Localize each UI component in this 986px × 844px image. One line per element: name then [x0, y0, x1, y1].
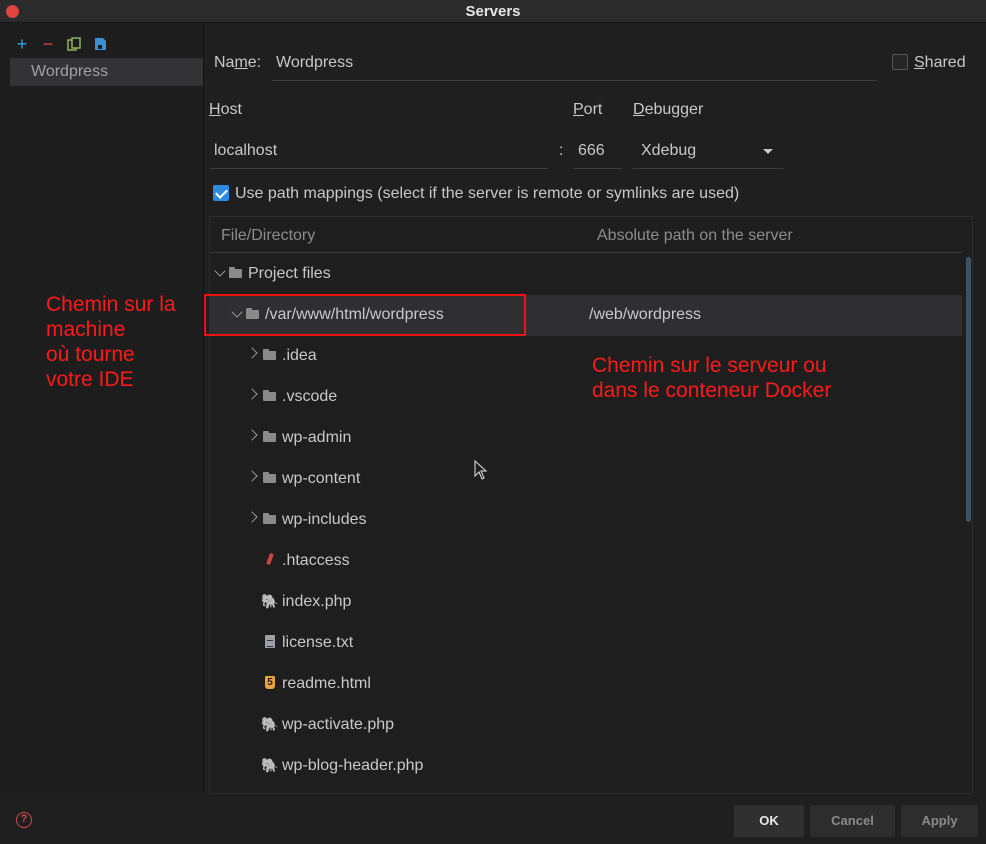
feather-icon [262, 552, 278, 568]
apply-button[interactable]: Apply [901, 805, 978, 837]
row-name: wp-includes [282, 511, 367, 528]
table-header: File/Directory Absolute path on the serv… [210, 217, 962, 253]
save-icon[interactable] [92, 36, 108, 52]
annotation-line: Chemin sur le serveur ou [592, 354, 827, 377]
table-row[interactable]: wp-includes [210, 500, 962, 541]
port-label: Port [573, 101, 603, 118]
table-row[interactable]: readme.html [210, 664, 962, 705]
folder-icon [262, 388, 278, 404]
folder-icon [228, 265, 244, 281]
dialog-button-bar: ? OK Cancel Apply [0, 795, 986, 844]
window-title: Servers [465, 3, 521, 20]
chevron-down-icon[interactable] [214, 265, 226, 277]
table-row[interactable]: .idea [210, 336, 962, 377]
cancel-button[interactable]: Cancel [810, 805, 895, 837]
text-file-icon [262, 634, 278, 650]
server-list-panel: + − Wordpress [0, 24, 204, 794]
folder-icon [262, 470, 278, 486]
annotation-line: où tourne [46, 343, 135, 366]
table-row[interactable]: 🐘 wp-blog-header.php [210, 746, 962, 787]
php-elephant-icon: 🐘 [261, 716, 279, 732]
local-path-annotation: Chemin sur la machine où tourne votre ID… [46, 292, 176, 392]
table-scrollbar[interactable] [966, 257, 971, 522]
table-row[interactable]: .htaccess [210, 541, 962, 582]
row-name: wp-admin [282, 429, 352, 446]
row-name: Project files [248, 265, 331, 282]
annotation-line: machine [46, 318, 126, 341]
shared-label: Shared [914, 54, 966, 71]
row-name: .htaccess [282, 552, 350, 569]
host-label: Host [209, 101, 242, 118]
annotation-line: Chemin sur la [46, 293, 176, 316]
use-path-mappings-label: Use path mappings (select if the server … [235, 185, 740, 202]
minus-icon[interactable]: − [40, 35, 56, 53]
row-name: license.txt [282, 634, 354, 651]
copy-icon[interactable] [66, 36, 82, 52]
row-name: wp-blog-header.php [282, 757, 424, 774]
row-name: index.php [282, 593, 352, 610]
table-row[interactable]: Project files [210, 254, 962, 295]
shared-checkbox[interactable] [892, 54, 908, 70]
row-name: readme.html [282, 675, 371, 692]
table-row[interactable]: wp-content [210, 459, 962, 500]
row-name: wp-activate.php [282, 716, 395, 733]
php-elephant-icon: 🐘 [261, 593, 279, 609]
port-separator: : [559, 142, 564, 159]
server-path-annotation: Chemin sur le serveur ou dans le contene… [592, 353, 831, 403]
port-input[interactable]: 666 [574, 139, 622, 169]
annotation-line: votre IDE [46, 368, 134, 391]
row-server-path[interactable]: /web/wordpress [589, 306, 701, 324]
debugger-select[interactable]: Xdebug [633, 133, 783, 169]
server-list-toolbar: + − [14, 34, 108, 54]
row-name: wp-content [282, 470, 361, 487]
column-header-file-directory[interactable]: File/Directory [221, 227, 315, 245]
php-elephant-icon: 🐘 [261, 757, 279, 773]
row-name: .vscode [282, 388, 338, 405]
chevron-right-icon[interactable] [246, 347, 258, 359]
plus-icon[interactable]: + [14, 35, 30, 53]
folder-icon [262, 347, 278, 363]
chevron-right-icon[interactable] [246, 511, 258, 523]
debugger-select-value: Xdebug [641, 142, 697, 159]
chevron-right-icon[interactable] [246, 429, 258, 441]
server-list: Wordpress [10, 58, 203, 86]
folder-icon [262, 511, 278, 527]
annotation-line: dans le conteneur Docker [592, 379, 832, 402]
chevron-right-icon[interactable] [246, 470, 258, 482]
table-row[interactable]: 🐘 index.php [210, 582, 962, 623]
column-header-absolute-path[interactable]: Absolute path on the server [597, 227, 793, 245]
html5-icon [262, 675, 278, 691]
table-row[interactable]: wp-admin [210, 418, 962, 459]
server-item-wordpress[interactable]: Wordpress [10, 58, 203, 86]
table-row[interactable]: .vscode [210, 377, 962, 418]
use-path-mappings-checkbox[interactable] [213, 185, 229, 201]
table-row[interactable]: license.txt [210, 623, 962, 664]
ok-button[interactable]: OK [734, 805, 804, 837]
chevron-right-icon[interactable] [246, 388, 258, 400]
title-bar: Servers [0, 0, 986, 23]
host-input[interactable]: localhost [210, 139, 548, 169]
help-icon[interactable]: ? [16, 812, 32, 828]
debugger-label: Debugger [633, 101, 704, 118]
table-row[interactable]: 🐘 wp-activate.php [210, 705, 962, 746]
name-input[interactable]: Wordpress [272, 51, 877, 81]
local-path-highlight [204, 294, 526, 336]
folder-icon [262, 429, 278, 445]
row-name: .idea [282, 347, 317, 364]
chevron-down-icon [763, 149, 773, 154]
name-label: Name: [214, 54, 262, 71]
